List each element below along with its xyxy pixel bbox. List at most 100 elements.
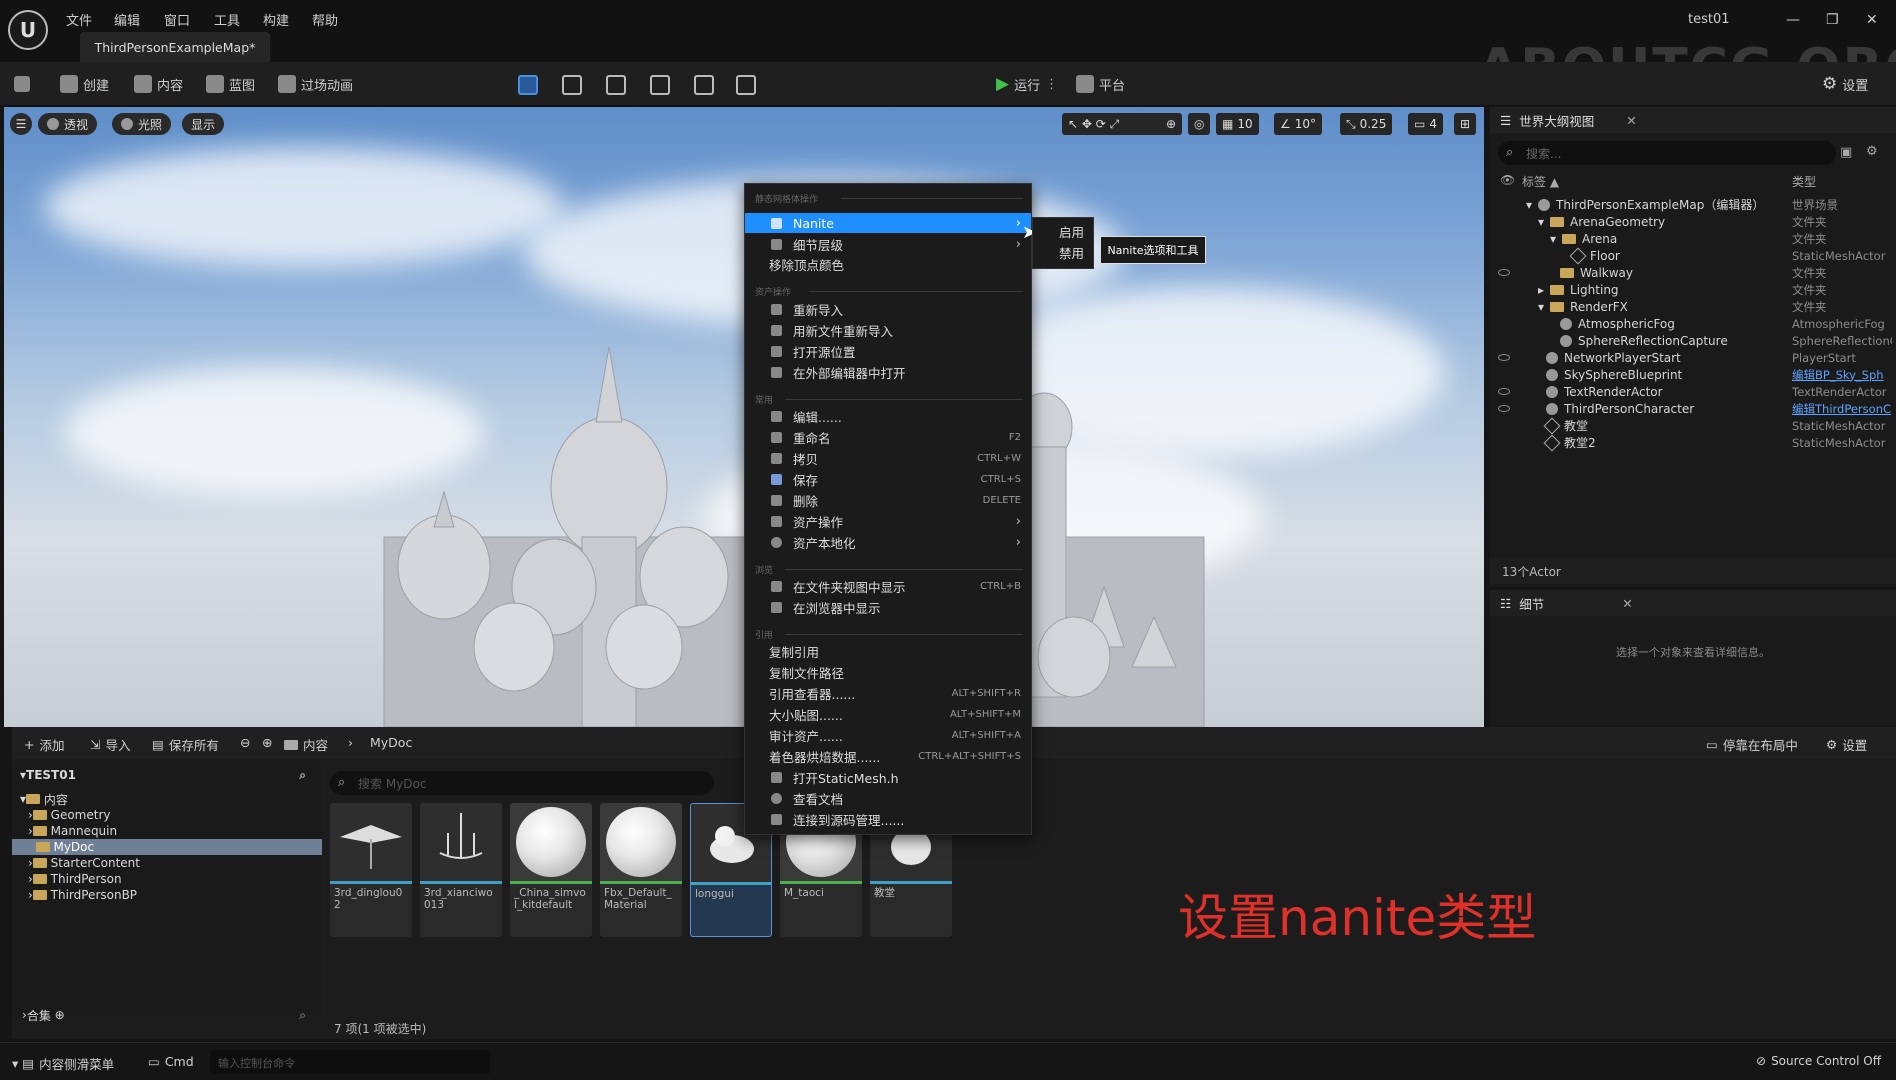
scale-snap-button[interactable]: ⤡ 0.25 bbox=[1340, 113, 1393, 135]
menu-item-reference-viewer[interactable]: 引用查看器...... ALT+SHIFT+R bbox=[745, 683, 1031, 703]
menu-item-audit-assets[interactable]: 审计资产...... ALT+SHIFT+A bbox=[745, 725, 1031, 745]
label-column-header[interactable]: 标签 ▲ bbox=[1522, 173, 1559, 195]
menu-item-copy-file-path[interactable]: 复制文件路径 bbox=[745, 662, 1031, 682]
menu-item-view-documentation[interactable]: 查看文档 bbox=[745, 788, 1031, 808]
console-input[interactable]: 输入控制台命令 bbox=[210, 1050, 490, 1074]
asset-tile[interactable]: _China_simvol_kitdefault bbox=[510, 803, 592, 937]
menu-help[interactable]: 帮助 bbox=[312, 10, 338, 29]
path-current[interactable]: MyDoc bbox=[370, 735, 412, 750]
menu-item-reimport[interactable]: 重新导入 bbox=[745, 299, 1031, 319]
mesh-paint-mode-icon[interactable] bbox=[650, 75, 670, 95]
search-icon[interactable]: ⌕ bbox=[299, 1008, 306, 1023]
more-icon[interactable]: ⋮ bbox=[1045, 77, 1058, 92]
save-icon[interactable] bbox=[14, 72, 30, 96]
menu-item-rename[interactable]: 重命名 F2 bbox=[745, 427, 1031, 447]
type-column-header[interactable]: 类型 bbox=[1792, 173, 1816, 195]
menu-item-open-source-location[interactable]: 打开源位置 bbox=[745, 341, 1031, 361]
back-icon[interactable]: ⊖ bbox=[240, 735, 250, 750]
menu-item-shader-cook-data[interactable]: 着色器烘焙数据...... CTRL+ALT+SHIFT+S bbox=[745, 746, 1031, 766]
edit-blueprint-link[interactable]: 编辑BP_Sky_Sph bbox=[1792, 367, 1892, 383]
asset-tile[interactable]: 3rd_xianciwo013 bbox=[420, 803, 502, 937]
level-tab[interactable]: ThirdPersonExampleMap* bbox=[80, 32, 270, 62]
content-drawer-button[interactable]: ▾ ▤ 内容侧滑菜单 bbox=[12, 1054, 114, 1073]
menu-edit[interactable]: 编辑 bbox=[114, 10, 140, 29]
path-root[interactable]: 内容 bbox=[284, 735, 328, 754]
close-icon[interactable]: ✕ bbox=[1622, 596, 1632, 611]
dock-layout-button[interactable]: ▭ 停靠在布局中 bbox=[1706, 735, 1798, 754]
eye-icon[interactable] bbox=[1498, 405, 1510, 412]
asset-search-input[interactable]: 搜索 MyDoc bbox=[330, 771, 714, 795]
project-header[interactable]: ▾ TEST01 ⌕ bbox=[12, 767, 322, 783]
menu-file[interactable]: 文件 bbox=[66, 10, 92, 29]
menu-item-nanite[interactable]: Nanite › bbox=[745, 213, 1031, 233]
restore-icon[interactable]: ❐ bbox=[1826, 12, 1839, 28]
camera-speed-button[interactable]: ▭ 4 bbox=[1408, 113, 1443, 135]
tree-item[interactable]: › Geometry bbox=[12, 807, 322, 823]
layout-icon[interactable]: ⊞ bbox=[1454, 113, 1477, 135]
minimize-icon[interactable]: — bbox=[1786, 12, 1800, 28]
add-collection-icon[interactable]: ⊕ bbox=[55, 1008, 65, 1022]
tree-item[interactable]: › ThirdPersonBP bbox=[12, 887, 322, 903]
add-button[interactable]: + 添加 bbox=[24, 735, 65, 754]
collections-header[interactable]: › 合集 ⊕ ⌕ bbox=[12, 1007, 322, 1023]
settings-button[interactable]: ⚙ 设置 bbox=[1822, 72, 1868, 96]
asset-tile[interactable]: Fbx_Default_Material bbox=[600, 803, 682, 937]
menu-item-lod[interactable]: 细节层级 › bbox=[745, 234, 1031, 254]
outliner-search-input[interactable]: 搜索... bbox=[1498, 141, 1836, 165]
menu-item-show-in-explorer[interactable]: 在浏览器中显示 bbox=[745, 597, 1031, 617]
menu-item-connect-source-control[interactable]: 连接到源码管理...... bbox=[745, 809, 1031, 829]
eye-icon[interactable] bbox=[1498, 269, 1510, 276]
close-icon[interactable]: ✕ bbox=[1866, 12, 1878, 28]
menu-item-open-external-editor[interactable]: 在外部编辑器中打开 bbox=[745, 362, 1031, 382]
landscape-mode-icon[interactable] bbox=[562, 75, 582, 95]
save-all-button[interactable]: ▤ 保存所有 bbox=[152, 735, 219, 754]
menu-item-asset-actions[interactable]: 资产操作 › bbox=[745, 511, 1031, 531]
menu-item-reimport-new-file[interactable]: 用新文件重新导入 bbox=[745, 320, 1031, 340]
cinematics-button[interactable]: 过场动画 bbox=[278, 72, 353, 96]
close-icon[interactable]: ✕ bbox=[1626, 113, 1636, 128]
menu-window[interactable]: 窗口 bbox=[164, 10, 190, 29]
menu-item-delete[interactable]: 删除 DELETE bbox=[745, 490, 1031, 510]
tree-item[interactable]: › Mannequin bbox=[12, 823, 322, 839]
fracture-mode-icon[interactable] bbox=[736, 75, 756, 95]
search-icon[interactable]: ⌕ bbox=[299, 768, 306, 783]
perspective-button[interactable]: 透视 bbox=[38, 113, 98, 135]
menu-item-enable[interactable]: 启用 bbox=[1033, 221, 1093, 241]
show-button[interactable]: 显示 bbox=[182, 113, 225, 135]
tree-item-selected[interactable]: MyDoc bbox=[12, 839, 322, 855]
menu-item-duplicate[interactable]: 拷贝 CTRL+W bbox=[745, 448, 1031, 468]
tree-item[interactable]: ▾ 内容 bbox=[12, 791, 322, 807]
source-control-button[interactable]: ⊘ Source Control Off bbox=[1756, 1054, 1881, 1068]
surface-snap-icon[interactable]: ◎ bbox=[1188, 113, 1211, 135]
menu-item-show-in-folder-view[interactable]: 在文件夹视图中显示 CTRL+B bbox=[745, 576, 1031, 596]
cb-settings-button[interactable]: ⚙ 设置 bbox=[1826, 735, 1867, 754]
menu-item-size-map[interactable]: 大小贴图...... ALT+SHIFT+M bbox=[745, 704, 1031, 724]
menu-item-asset-localization[interactable]: 资产本地化 › bbox=[745, 532, 1031, 552]
tree-item[interactable]: › StarterContent bbox=[12, 855, 322, 871]
transform-tools[interactable]: ↖ ✥ ⟳ ⤢ bbox=[1062, 113, 1172, 135]
asset-tile[interactable]: 3rd_dinglou02 bbox=[330, 803, 412, 937]
blueprint-button[interactable]: 蓝图 bbox=[206, 72, 255, 96]
content-button[interactable]: 内容 bbox=[134, 72, 183, 96]
unreal-logo-icon[interactable]: U bbox=[8, 10, 48, 50]
edit-blueprint-link[interactable]: 编辑ThirdPersonC bbox=[1792, 401, 1892, 417]
create-button[interactable]: 创建 bbox=[60, 72, 109, 96]
grid-snap-button[interactable]: ▦ 10 bbox=[1216, 113, 1259, 135]
menu-item-save[interactable]: 保存 CTRL+S bbox=[745, 469, 1031, 489]
rotation-snap-button[interactable]: ∠ 10° bbox=[1274, 113, 1323, 135]
world-local-icon[interactable]: ⊕ bbox=[1160, 113, 1183, 135]
forward-icon[interactable]: ⊕ bbox=[262, 735, 272, 750]
outliner-row[interactable]: 教堂2 StaticMeshActor bbox=[1490, 433, 1896, 452]
menu-item-remove-vertex-colors[interactable]: 移除顶点颜色 bbox=[745, 254, 1031, 274]
menu-item-open-staticmesh-h[interactable]: 打开StaticMesh.h bbox=[745, 767, 1031, 787]
menu-item-copy-reference[interactable]: 复制引用 bbox=[745, 641, 1031, 661]
gear-icon[interactable]: ⚙ bbox=[1866, 144, 1878, 159]
cmd-button[interactable]: ▭ Cmd bbox=[148, 1054, 194, 1069]
modeling-mode-icon[interactable] bbox=[694, 75, 714, 95]
foliage-mode-icon[interactable] bbox=[606, 75, 626, 95]
tree-item[interactable]: › ThirdPerson bbox=[12, 871, 322, 887]
import-button[interactable]: ⇲ 导入 bbox=[90, 735, 131, 754]
eye-icon[interactable] bbox=[1498, 354, 1510, 361]
play-button[interactable]: ▶ 运行 ⋮ bbox=[996, 72, 1058, 96]
platform-button[interactable]: 平台 bbox=[1076, 72, 1125, 96]
